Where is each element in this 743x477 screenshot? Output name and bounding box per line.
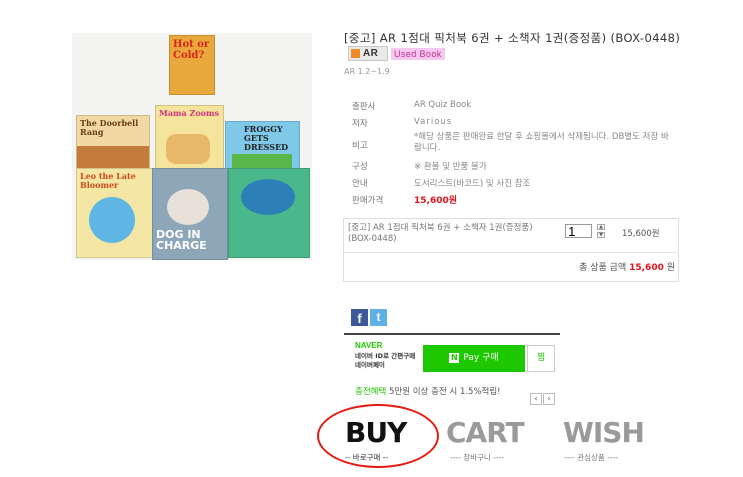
info-label-price: 판매가격 [352,196,384,206]
book-cover-mama-zooms: Mama Zooms [155,105,224,173]
product-title-text: [중고] AR 1점대 픽처북 6권 + 소책자 1권(증정품) (BOX-04… [344,31,681,45]
facebook-share-icon[interactable]: f [351,309,368,326]
book-cover-froggy: FROGGY GETS DRESSED [225,121,300,171]
ar-badge-text: AR [363,48,379,59]
info-label-note: 비고 [352,141,368,151]
charge-benefit-text: 5만원 이상 충전 시 1.5%적립! [388,387,501,397]
wish-button[interactable]: WISH [563,418,645,448]
product-image: Hot or Cold? The Doorbell Rang Mama Zoom… [72,33,312,260]
naverpay-divider [344,333,560,335]
quantity-input[interactable] [565,224,592,238]
total-unit: 원 [666,263,675,273]
twitter-share-icon[interactable]: t [370,309,387,326]
option-divider [343,252,679,253]
cart-button-sublabel: ---- 장바구니 ---- [450,453,505,462]
info-label-guide: 안내 [352,179,368,189]
quantity-stepper[interactable]: ▲ ▼ [597,224,605,238]
ar-logo-icon [351,49,360,58]
info-label-composition: 구성 [352,162,368,172]
info-value-note: *해당 상품은 판매완료 한달 후 쇼핑몰에서 삭제됩니다. DB별도 저장 바… [414,132,669,153]
naverpay-buy-label: Pay 구매 [463,353,499,363]
option-price: 15,600원 [622,229,660,239]
qty-down-icon[interactable]: ▼ [597,232,605,238]
charge-benefit: 충전혜택 5만원 이상 충전 시 1.5%적립! [355,385,501,397]
book-cover-dog-in-charge: DOG IN CHARGE [152,168,228,260]
option-name: [중고] AR 1점대 픽처북 6권 + 소책자 1권(증정품) (BOX-04… [348,223,533,244]
info-value-price: 15,600원 [414,196,458,206]
naverpay-buy-button[interactable]: N Pay 구매 [423,345,525,372]
book-cover-leo: Leo the Late Bloomer [76,168,155,258]
info-value-composition: ※ 환불 및 반품 불가 [414,162,487,172]
charge-benefit-label: 충전혜택 [355,387,387,397]
naver-n-icon: N [449,352,460,363]
qty-up-icon[interactable]: ▲ [597,224,605,230]
book-cover-doorbell: The Doorbell Rang [76,115,150,169]
total-label: 총 상품 금액 [579,263,627,273]
naverpay-zzim-button[interactable]: 찜 [527,345,555,372]
buy-highlight-circle [317,404,439,468]
chevron-left-icon[interactable]: ‹ [530,393,542,405]
total-value: 15,600 [629,263,664,273]
naverpay-description: 네이버 ID로 간편구매 네이버페이 [355,352,416,369]
total-price: 총 상품 금액 15,600 원 [540,260,675,273]
naver-logo: NAVER [355,341,383,350]
ar-level: AR 1.2~1.9 [344,67,390,76]
ar-badge: AR [348,46,388,61]
used-book-badge: Used Book [391,47,445,60]
wish-button-sublabel: ---- 관심상품 ---- [564,453,619,462]
info-value-author: Various [414,117,453,127]
book-cover-hot-or-cold: Hot or Cold? [169,35,215,95]
charge-pager: ‹ › [530,386,556,405]
book-cover-whale [228,168,310,258]
info-label-author: 저자 [352,119,368,129]
chevron-right-icon[interactable]: › [543,393,555,405]
info-value-guide: 도서리스트(바코드) 및 사진 참조 [414,179,531,189]
info-label-publisher: 출판사 [352,102,376,112]
info-value-publisher: AR Quiz Book [414,100,472,110]
product-title: [중고] AR 1점대 픽처북 6권 + 소책자 1권(증정품) (BOX-04… [344,31,684,61]
cart-button[interactable]: CART [446,418,525,448]
